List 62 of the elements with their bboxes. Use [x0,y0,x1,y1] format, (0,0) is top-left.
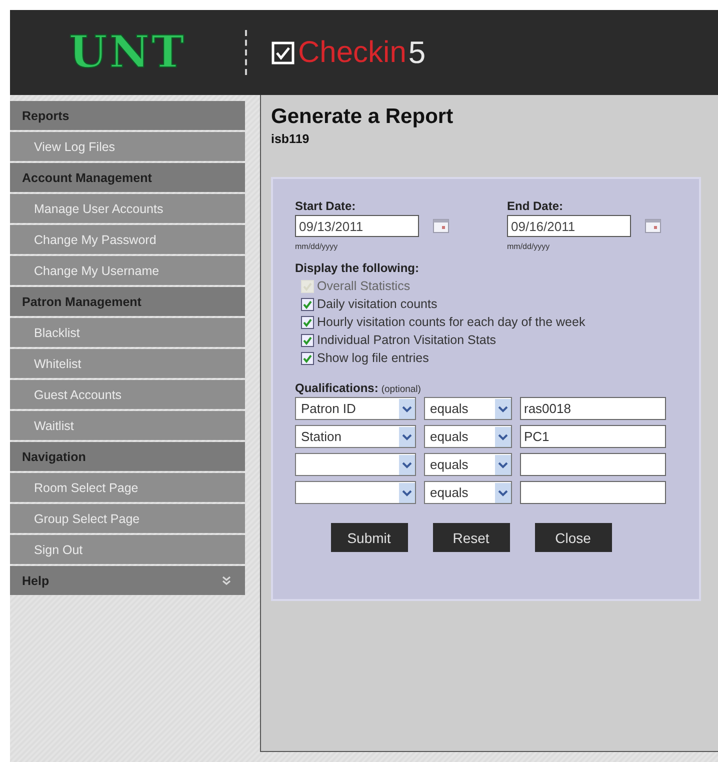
date-format-hint: mm/dd/yyyy [507,242,551,251]
section-label: Account Management [22,170,152,184]
operator-dropdown[interactable]: equals [424,397,512,420]
operator-dropdown[interactable]: equals [424,453,512,476]
operator-dropdown[interactable]: equals [424,481,512,504]
calendar-icon[interactable] [645,219,661,233]
checkbox-label: Overall Statistics [317,279,410,293]
logo: UNT [68,27,186,78]
section-label: Help [22,574,50,588]
field-label: End Date: [507,199,564,213]
field-dropdown[interactable]: Patron ID [295,397,416,420]
sidebar-item[interactable]: View Log Files [10,132,245,161]
app-version: 5 [408,34,426,70]
sidebar-item[interactable]: Blacklist [10,318,245,347]
checkbox-label: Individual Patron Visitation Stats [317,333,496,347]
sidebar-section-header[interactable]: Help [10,566,245,595]
sidebar-item[interactable]: Sign Out [10,535,245,564]
date-format-hint: mm/dd/yyyy [295,242,339,251]
section-label: Reports [22,108,70,122]
checkbox-icon [271,40,295,64]
checkbox[interactable] [301,352,314,364]
checkbox[interactable] [301,316,314,328]
section-label: Qualifications: [295,381,378,395]
field-dropdown[interactable] [295,453,416,476]
sidebar-item[interactable]: Room Select Page [10,473,245,502]
value-field[interactable] [520,481,666,504]
section-label: Patron Management [22,294,142,308]
date-field[interactable]: 09/16/2011 [507,215,631,237]
date-field[interactable]: 09/13/2011 [295,215,419,237]
field-dropdown[interactable] [295,481,416,504]
sidebar-section-header[interactable]: Reports [10,101,245,130]
section-label: Display the following: [295,261,420,275]
sidebar-item[interactable]: Waitlist [10,411,245,440]
checkbox[interactable] [301,298,314,310]
sidebar-section-header[interactable]: Patron Management [10,287,245,316]
value-field[interactable] [520,453,666,476]
sidebar-item[interactable]: Group Select Page [10,504,245,533]
form-button[interactable]: Close [534,523,612,552]
page-subtitle: isb119 [271,132,310,146]
operator-dropdown[interactable]: equals [424,425,512,448]
sidebar-item[interactable]: Change My Username [10,256,245,285]
sidebar-item[interactable]: Change My Password [10,225,245,254]
section-label: Navigation [22,450,86,464]
sidebar-section-header[interactable]: Account Management [10,163,245,192]
optional-note: (optional) [381,384,421,395]
sidebar-item[interactable]: Manage User Accounts [10,194,245,223]
calendar-icon[interactable] [433,219,449,233]
field-dropdown[interactable]: Station [295,425,416,448]
page-title: Generate a Report [271,105,454,129]
form-button[interactable]: Submit [330,523,408,552]
field-label: Start Date: [295,199,357,213]
checkbox-label: Hourly visitation counts for each day of the week [317,315,586,329]
checkbox[interactable] [301,334,314,346]
sidebar-item[interactable]: Guest Accounts [10,380,245,409]
sidebar-item[interactable]: Whitelist [10,349,245,378]
value-field[interactable]: PC1 [520,425,666,448]
checkbox-label: Daily visitation counts [317,297,438,311]
form-button[interactable]: Reset [432,523,510,552]
checkbox-label: Show log file entries [317,351,429,365]
sidebar-section-header[interactable]: Navigation [10,442,245,471]
app-name: Checkin [298,36,406,70]
value-field[interactable]: ras0018 [520,397,666,420]
